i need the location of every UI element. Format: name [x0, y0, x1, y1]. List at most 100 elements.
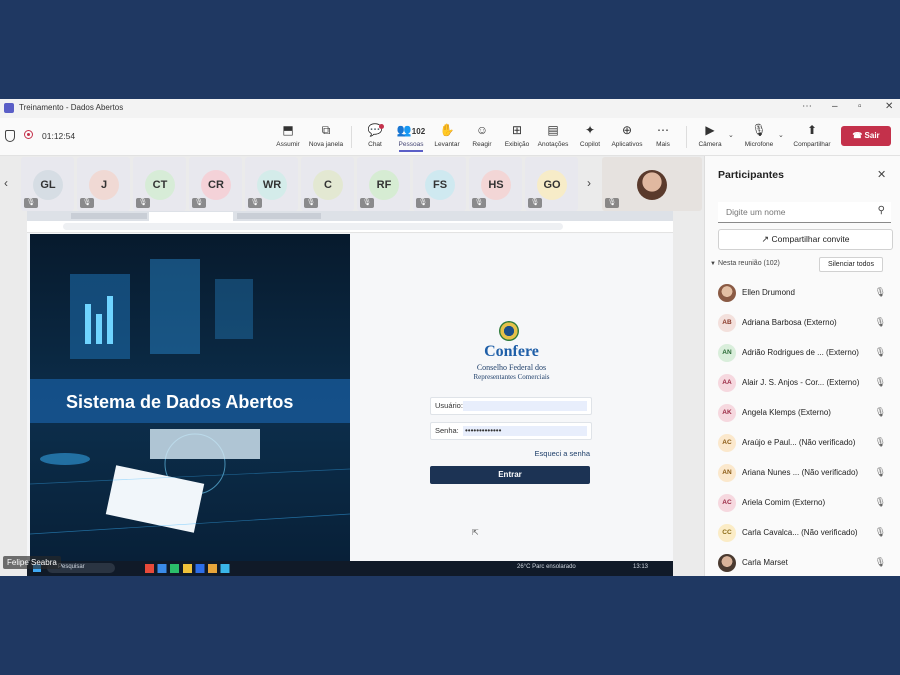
- participant-tile[interactable]: CR 🎙: [189, 157, 242, 211]
- participant-row[interactable]: CC Carla Cavalca... (Não verificado) 🎙: [716, 520, 892, 546]
- mic-muted-icon: 🎙: [874, 377, 886, 387]
- mic-muted-icon: 🎙: [80, 198, 94, 208]
- window-title: Treinamento - Dados Abertos: [19, 103, 124, 112]
- mic-muted-icon: 🎙: [416, 198, 430, 208]
- scroll-left-icon[interactable]: ‹: [4, 176, 8, 190]
- mic-muted-icon: 🎙: [874, 347, 886, 357]
- address-field[interactable]: [63, 223, 563, 230]
- participant-list: Ellen Drumond 🎙 AB Adriana Barbosa (Extern…: [704, 99, 900, 576]
- mic-muted-icon: 🎙: [874, 407, 886, 417]
- avatar: AC: [718, 434, 736, 452]
- entrar-button[interactable]: Entrar: [430, 466, 590, 484]
- scroll-right-icon[interactable]: ›: [587, 176, 591, 190]
- mic-muted-icon: 🎙: [472, 198, 486, 208]
- chat-button[interactable]: 💬 Chat: [355, 123, 395, 148]
- chat-notification-dot: [379, 124, 384, 129]
- self-video-photo: [637, 170, 667, 200]
- react-icon: ☺: [475, 123, 489, 137]
- more-icon: ⋯: [657, 123, 669, 137]
- presenter-name-tag: Felipe Seabra: [3, 556, 61, 569]
- confere-logo-icon: [499, 321, 519, 341]
- mic-muted-icon: 🎙: [528, 198, 542, 208]
- brand-subtitle-1: Conselho Federal dos: [476, 363, 547, 372]
- participant-row[interactable]: AB Adriana Barbosa (Externo) 🎙: [716, 310, 892, 336]
- apps-icon: ⊕: [621, 123, 633, 137]
- shield-icon: [5, 130, 15, 142]
- password-input[interactable]: •••••••••••••: [463, 426, 587, 436]
- mic-muted-icon: 🎙: [24, 198, 38, 208]
- avatar: C: [313, 170, 343, 200]
- username-field[interactable]: Usuário:: [430, 397, 592, 415]
- anotacoes-button[interactable]: ▤ Anotações: [533, 123, 573, 148]
- view-icon: ⊞: [511, 123, 523, 137]
- recording-icon: [24, 130, 33, 139]
- brand-subtitle-2: Representantes Comerciais: [473, 373, 550, 381]
- avatar: FS: [425, 170, 455, 200]
- participant-tile[interactable]: HS 🎙: [469, 157, 522, 211]
- hero-image: Sistema de Dados Abertos: [30, 234, 350, 561]
- forgot-password-link[interactable]: Esqueci a senha: [510, 449, 590, 458]
- username-input[interactable]: [463, 401, 587, 411]
- avatar: AB: [718, 314, 736, 332]
- copilot-button[interactable]: ✦ Copilot: [570, 123, 610, 148]
- avatar: WR: [257, 170, 287, 200]
- participant-row[interactable]: Carla Marset 🎙: [716, 550, 892, 576]
- avatar: AN: [718, 344, 736, 362]
- brand-name: Confere: [484, 343, 539, 360]
- participant-row[interactable]: AN Ariana Nunes ... (Não verificado) 🎙: [716, 460, 892, 486]
- mic-muted-icon: 🎙: [874, 557, 886, 567]
- toolbar-divider: [351, 126, 352, 148]
- participant-row[interactable]: Ellen Drumond 🎙: [716, 280, 892, 306]
- participant-row[interactable]: AN Adrião Rodrigues de ... (Externo) 🎙: [716, 340, 892, 366]
- mic-muted-icon: 🎙: [874, 497, 886, 507]
- assumir-button[interactable]: ⬒ Assumir: [268, 123, 308, 148]
- participant-tile[interactable]: RF 🎙: [357, 157, 410, 211]
- participant-row[interactable]: AK Angela Klemps (Externo) 🎙: [716, 400, 892, 426]
- participant-tile[interactable]: CT 🎙: [133, 157, 186, 211]
- notes-icon: ▤: [547, 123, 559, 137]
- participant-tile[interactable]: FS 🎙: [413, 157, 466, 211]
- avatar: [718, 554, 736, 572]
- reagir-button[interactable]: ☺ Reagir: [462, 123, 502, 148]
- mic-muted-icon: 🎙: [136, 198, 150, 208]
- browser-tab[interactable]: [71, 213, 147, 219]
- participant-tile[interactable]: J 🎙: [77, 157, 130, 211]
- copilot-icon: ✦: [584, 123, 596, 137]
- avatar: RF: [369, 170, 399, 200]
- participant-tile[interactable]: C 🎙: [301, 157, 354, 211]
- avatar: CT: [145, 170, 175, 200]
- participant-row[interactable]: AA Alair J. S. Anjos - Cor... (Externo) 🎙: [716, 370, 892, 396]
- avatar: AA: [718, 374, 736, 392]
- login-panel: Confere Conselho Federal dos Representan…: [350, 234, 673, 561]
- mais-button[interactable]: ⋯ Mais: [643, 123, 683, 148]
- exibicao-button[interactable]: ⊞ Exibição: [497, 123, 537, 148]
- browser-tab-active[interactable]: [149, 212, 233, 221]
- participant-row[interactable]: AC Ariela Comim (Externo) 🎙: [716, 490, 892, 516]
- taskbar-app-icons: [145, 564, 235, 573]
- nova-janela-button[interactable]: ⧉ Nova janela: [306, 123, 346, 148]
- mic-muted-icon: 🎙: [605, 198, 619, 208]
- mic-muted-icon: 🎙: [874, 527, 886, 537]
- pessoas-button[interactable]: 👥102 Pessoas: [391, 123, 431, 152]
- aplicativos-button[interactable]: ⊕ Aplicativos: [607, 123, 647, 148]
- windows-taskbar: Pesquisar 26°C Parc ensolarado 13:13: [27, 561, 673, 576]
- avatar: CC: [718, 524, 736, 542]
- participant-tile[interactable]: GL 🎙: [21, 157, 74, 211]
- teams-window: Treinamento - Dados Abertos ⋯ – ▫ ✕ 01:1…: [0, 99, 900, 576]
- avatar: GL: [33, 170, 63, 200]
- participant-tile[interactable]: GO 🎙: [525, 157, 578, 211]
- people-icon: 👥: [396, 123, 412, 137]
- avatar: CR: [201, 170, 231, 200]
- browser-tab[interactable]: [237, 213, 321, 219]
- password-field[interactable]: Senha: •••••••••••••: [430, 422, 592, 440]
- participant-row[interactable]: AC Araújo e Paul... (Não verificado) 🎙: [716, 430, 892, 456]
- avatar: J: [89, 170, 119, 200]
- mic-muted-icon: 🎙: [874, 467, 886, 477]
- participant-tile[interactable]: WR 🎙: [245, 157, 298, 211]
- self-video-tile[interactable]: 🎙: [602, 157, 702, 211]
- participant-strip: ‹ GL 🎙 J 🎙 CT 🎙 CR 🎙 WR 🎙 C 🎙 RF 🎙 FS 🎙 HS 🎙 GO 🎙 …: [0, 156, 704, 214]
- mic-muted-icon: 🎙: [360, 198, 374, 208]
- levantar-button[interactable]: ✋ Levantar: [427, 123, 467, 148]
- browser-address-bar[interactable]: [27, 221, 673, 233]
- hero-title: Sistema de Dados Abertos: [66, 392, 294, 412]
